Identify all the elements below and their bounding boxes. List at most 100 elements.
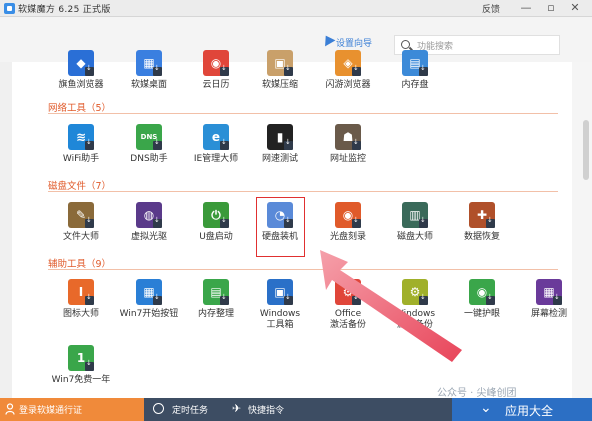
app-tile[interactable]: ▣软媒压缩 bbox=[250, 50, 310, 110]
setup-guide-link[interactable]: 设置向导 bbox=[336, 36, 372, 49]
login-label: 登录软媒通行证 bbox=[19, 406, 83, 416]
left-margin bbox=[0, 62, 12, 398]
app-tile-label: 文件大师 bbox=[62, 232, 99, 242]
app-tile-label: 数据恢复 bbox=[463, 232, 500, 242]
download-badge-icon bbox=[284, 138, 293, 150]
section-divider bbox=[48, 191, 558, 192]
app-tile[interactable]: ▦屏幕检测 bbox=[519, 279, 579, 339]
download-badge-icon bbox=[352, 64, 361, 76]
section-divider bbox=[48, 113, 558, 114]
app-tile[interactable]: ◉光盘刻录 bbox=[318, 202, 378, 262]
app-logo-icon bbox=[4, 3, 15, 14]
app-tile[interactable]: ▤内存盘 bbox=[385, 50, 445, 110]
app-tile[interactable]: ▦Win7开始按钮 bbox=[119, 279, 179, 339]
app-tile-label: 内存盘 bbox=[401, 80, 429, 90]
section-divider bbox=[48, 269, 558, 270]
app-tile[interactable]: ✎文件大师 bbox=[51, 202, 111, 262]
app-tile-label: 虚拟光驱 bbox=[130, 232, 167, 242]
download-badge-icon bbox=[220, 64, 229, 76]
download-badge-icon bbox=[85, 138, 94, 150]
section-header: 辅助工具（9） bbox=[48, 259, 112, 270]
download-badge-icon bbox=[153, 64, 162, 76]
app-tile-label: U盘启动 bbox=[199, 232, 233, 242]
app-tile[interactable]: ≋WiFi助手 bbox=[51, 124, 111, 184]
download-badge-icon bbox=[419, 216, 428, 228]
section-header: 网络工具（5） bbox=[48, 103, 112, 114]
app-tile[interactable]: ▣Windows 工具箱 bbox=[250, 279, 310, 339]
app-tile[interactable]: ⚙Windows 激活备份 bbox=[385, 279, 445, 339]
download-badge-icon bbox=[85, 359, 94, 371]
app-tile-label: 内存整理 bbox=[197, 309, 234, 319]
app-tile-label: 图标大师 bbox=[62, 309, 99, 319]
section-header: 磁盘文件（7） bbox=[48, 181, 112, 192]
app-tile[interactable]: ⚙Office 激活备份 bbox=[318, 279, 378, 339]
title-bar: 软媒魔方 6.25 正式版 反馈 — ▫ ✕ bbox=[0, 0, 592, 17]
search-icon bbox=[401, 40, 410, 49]
app-tile-label: 网速测试 bbox=[261, 154, 298, 164]
scrollbar-track[interactable] bbox=[572, 62, 592, 398]
app-tile[interactable]: eIE管理大师 bbox=[186, 124, 246, 184]
app-tile[interactable]: ⏻U盘启动 bbox=[186, 202, 246, 262]
app-tile[interactable]: 1Win7免费一年 bbox=[51, 345, 111, 405]
app-tile-label: 闪游浏览器 bbox=[325, 80, 371, 90]
app-tile-label: Office 激活备份 bbox=[329, 309, 366, 330]
all-apps-button[interactable]: ⌄ 应用大全 bbox=[452, 398, 592, 421]
highlight-box bbox=[256, 197, 305, 257]
download-badge-icon bbox=[220, 138, 229, 150]
app-tile[interactable]: I图标大师 bbox=[51, 279, 111, 339]
app-tile-label: 旗鱼浏览器 bbox=[58, 80, 104, 90]
app-tile-label: Windows 工具箱 bbox=[259, 309, 301, 330]
download-badge-icon bbox=[419, 293, 428, 305]
chevron-down-icon: ⌄ bbox=[480, 400, 492, 416]
shortcuts-button[interactable]: 快捷指令 bbox=[248, 403, 284, 416]
download-badge-icon bbox=[419, 64, 428, 76]
download-badge-icon bbox=[153, 138, 162, 150]
download-badge-icon bbox=[352, 293, 361, 305]
app-tile[interactable]: ◉一键护眼 bbox=[452, 279, 512, 339]
app-tile[interactable]: DNSDNS助手 bbox=[119, 124, 179, 184]
app-tile[interactable]: ☗网址监控 bbox=[318, 124, 378, 184]
shortcut-icon: ✈ bbox=[232, 402, 242, 415]
download-badge-icon bbox=[553, 293, 562, 305]
app-tile-label: 网址监控 bbox=[329, 154, 366, 164]
app-tile[interactable]: ▤内存整理 bbox=[186, 279, 246, 339]
app-tile[interactable]: ▮网速测试 bbox=[250, 124, 310, 184]
app-tile-label: WiFi助手 bbox=[62, 154, 100, 164]
download-badge-icon bbox=[220, 293, 229, 305]
close-button[interactable]: ✕ bbox=[566, 1, 584, 15]
app-tile-label: Win7免费一年 bbox=[51, 375, 111, 385]
all-apps-label: 应用大全 bbox=[505, 404, 554, 418]
login-button[interactable]: 登录软媒通行证 bbox=[0, 398, 144, 421]
scrollbar-thumb[interactable] bbox=[583, 120, 589, 180]
maximize-button[interactable]: ▫ bbox=[542, 1, 560, 15]
download-badge-icon bbox=[153, 216, 162, 228]
app-tile[interactable]: ◈闪游浏览器 bbox=[318, 50, 378, 110]
download-badge-icon bbox=[85, 216, 94, 228]
minimize-button[interactable]: — bbox=[517, 1, 535, 15]
send-arrow-icon bbox=[320, 32, 336, 47]
bottom-bar: 登录软媒通行证 定时任务 ✈ 快捷指令 ⌄ 应用大全 bbox=[0, 398, 592, 421]
app-tile-label: 软媒压缩 bbox=[261, 80, 298, 90]
app-tile-label: 软媒桌面 bbox=[130, 80, 167, 90]
app-tile-label: 一键护眼 bbox=[463, 309, 500, 319]
download-badge-icon bbox=[352, 138, 361, 150]
app-tile-label: 云日历 bbox=[202, 80, 230, 90]
app-tile[interactable]: ✚数据恢复 bbox=[452, 202, 512, 262]
app-tile-label: Windows 激活备份 bbox=[394, 309, 436, 330]
feedback-link[interactable]: 反馈 bbox=[482, 2, 500, 15]
app-tile[interactable]: ▦软媒桌面 bbox=[119, 50, 179, 110]
app-tile-label: 磁盘大师 bbox=[396, 232, 433, 242]
app-tile[interactable]: ▥磁盘大师 bbox=[385, 202, 445, 262]
app-tile[interactable]: ◉云日历 bbox=[186, 50, 246, 110]
app-tile[interactable]: ◍虚拟光驱 bbox=[119, 202, 179, 262]
download-badge-icon bbox=[85, 64, 94, 76]
app-tile-label: 光盘刻录 bbox=[329, 232, 366, 242]
scheduled-tasks-button[interactable]: 定时任务 bbox=[172, 403, 208, 416]
clock-icon bbox=[153, 403, 164, 414]
app-tile-label: Win7开始按钮 bbox=[119, 309, 179, 319]
download-badge-icon bbox=[220, 216, 229, 228]
user-icon bbox=[5, 403, 15, 415]
app-tile-label: DNS助手 bbox=[130, 154, 168, 164]
watermark: 公众号 · 尖峰创团 bbox=[437, 388, 517, 399]
download-badge-icon bbox=[85, 293, 94, 305]
